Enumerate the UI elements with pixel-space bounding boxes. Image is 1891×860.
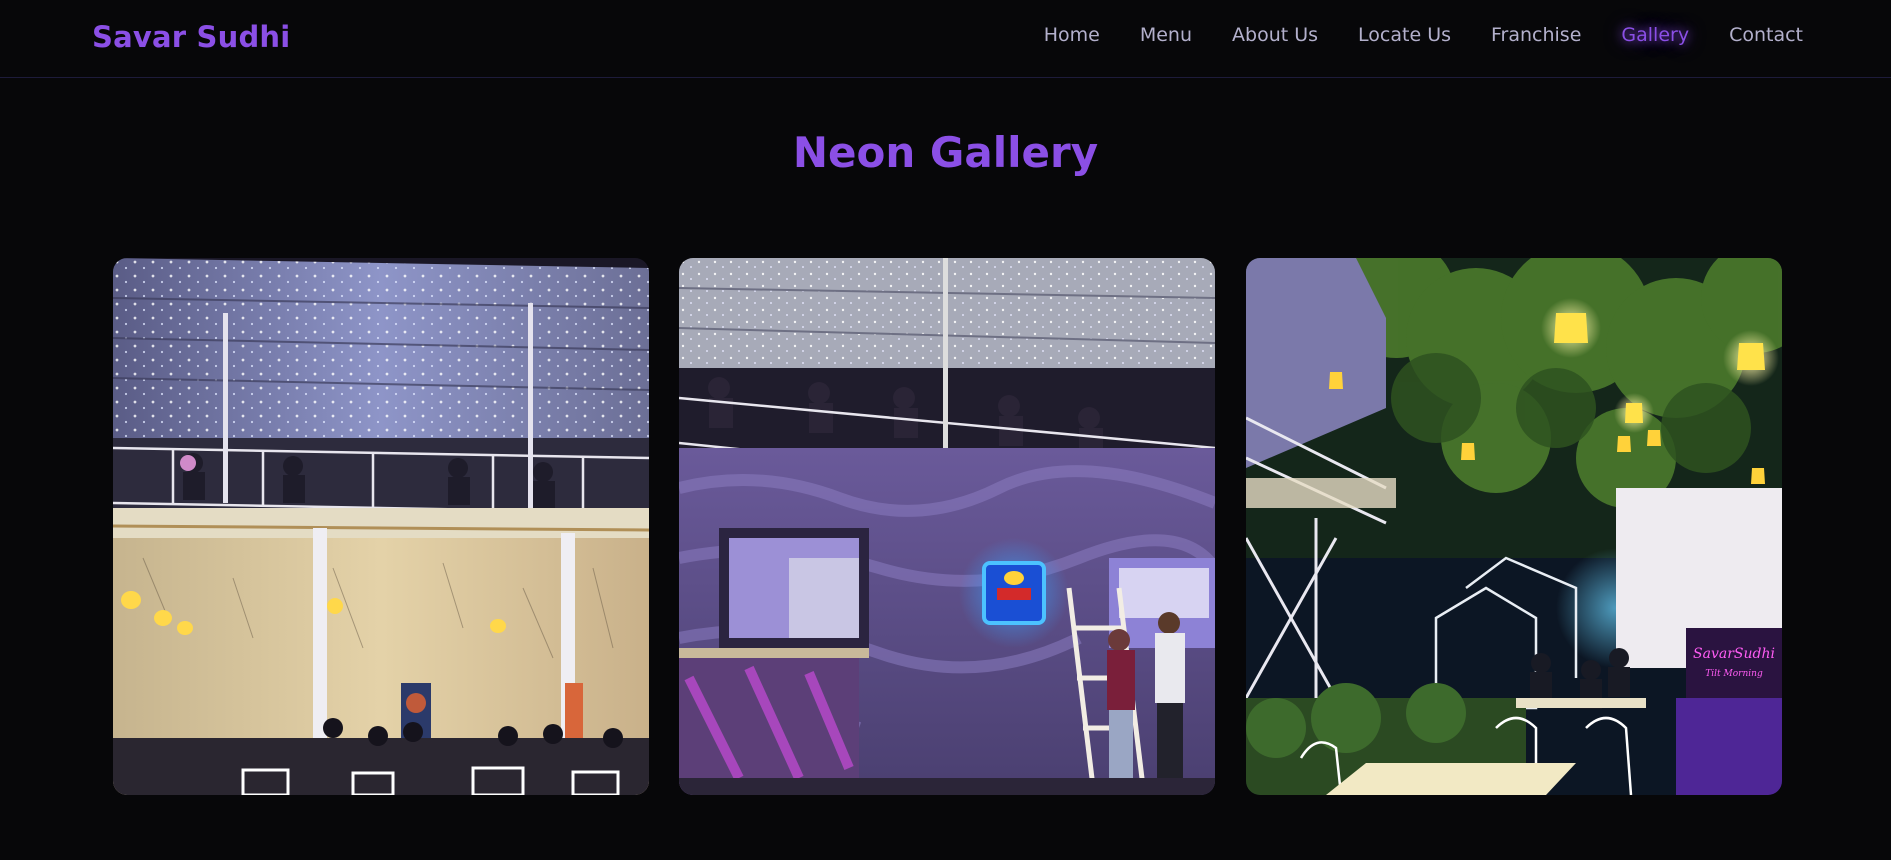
nav-item-locate-us[interactable]: Locate Us xyxy=(1358,24,1451,46)
svg-text:SavarSudhi: SavarSudhi xyxy=(1693,646,1775,662)
gallery-photo-container-bar[interactable] xyxy=(679,258,1215,795)
nav-item-menu[interactable]: Menu xyxy=(1140,24,1192,46)
gallery-grid: SavarSudhi Tilt Morning xyxy=(113,258,1783,795)
gallery-photo-deck[interactable] xyxy=(113,258,649,795)
nav-item-about-us[interactable]: About Us xyxy=(1232,24,1318,46)
gallery-photo-garden[interactable]: SavarSudhi Tilt Morning xyxy=(1246,258,1782,795)
nav-item-contact[interactable]: Contact xyxy=(1729,24,1803,46)
nav-item-franchise[interactable]: Franchise xyxy=(1491,24,1581,46)
nav-links: Home Menu About Us Locate Us Franchise G… xyxy=(1004,24,1803,46)
brand-logo[interactable]: Savar Sudhi xyxy=(92,20,290,54)
nav-item-gallery[interactable]: Gallery xyxy=(1621,24,1689,46)
nav-item-home[interactable]: Home xyxy=(1044,24,1100,46)
navbar: Savar Sudhi Home Menu About Us Locate Us… xyxy=(0,0,1891,78)
svg-text:Tilt Morning: Tilt Morning xyxy=(1705,669,1763,679)
page-title: Neon Gallery xyxy=(792,128,1099,177)
